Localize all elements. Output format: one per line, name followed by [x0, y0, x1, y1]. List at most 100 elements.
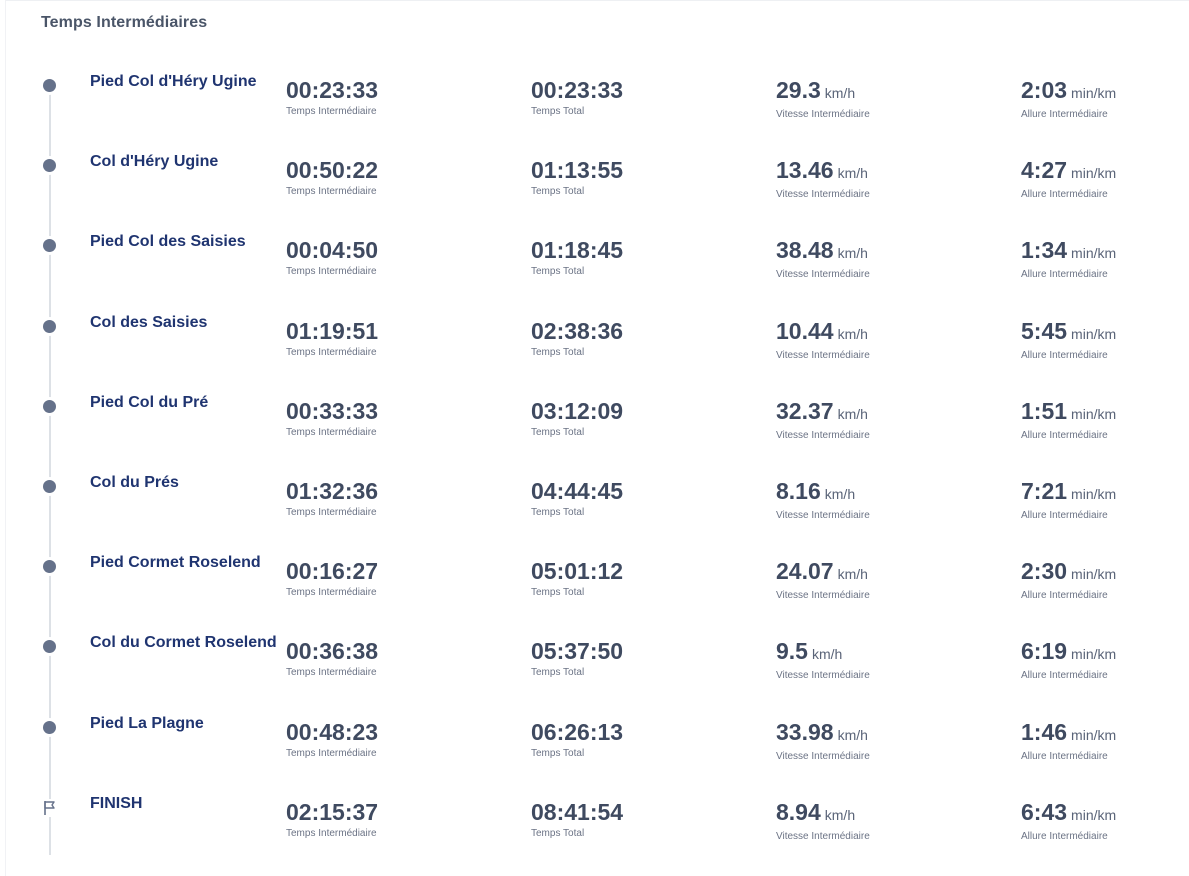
total-time-value: 06:26:13 — [531, 719, 624, 745]
pace-stat: 6:19 min/km Allure Intermédiaire — [1021, 638, 1189, 681]
total-time-stat: 01:18:45 Temps Total — [531, 237, 771, 277]
pace-value: 2:30 — [1021, 558, 1068, 584]
pace-stat: 2:03 min/km Allure Intermédiaire — [1021, 77, 1189, 120]
pace-stat: 1:34 min/km Allure Intermédiaire — [1021, 237, 1189, 280]
speed-value: 24.07 — [776, 558, 834, 584]
total-time-value: 01:13:55 — [531, 157, 624, 183]
speed-stat: 32.37 km/h Vitesse Intermédiaire — [776, 398, 1016, 441]
speed-label: Vitesse Intermédiaire — [776, 109, 870, 120]
speed-unit: km/h — [811, 646, 843, 662]
speed-value: 38.48 — [776, 237, 834, 263]
pace-label: Allure Intermédiaire — [1021, 189, 1108, 200]
pace-stat: 4:27 min/km Allure Intermédiaire — [1021, 157, 1189, 200]
total-time-label: Temps Total — [531, 828, 585, 839]
split-time-value: 00:16:27 — [286, 558, 379, 584]
split-time-label: Temps Intermédiaire — [286, 667, 377, 678]
speed-stat: 38.48 km/h Vitesse Intermédiaire — [776, 237, 1016, 280]
pace-label: Allure Intermédiaire — [1021, 109, 1108, 120]
speed-label: Vitesse Intermédiaire — [776, 269, 870, 280]
pace-stat: 1:51 min/km Allure Intermédiaire — [1021, 398, 1189, 441]
checkpoint-name: Pied Cormet Roselend — [90, 554, 261, 571]
total-time-label: Temps Total — [531, 266, 585, 277]
checkpoint-name: Col du Cormet Roselend — [90, 634, 277, 651]
total-time-label: Temps Total — [531, 186, 585, 197]
speed-value: 13.46 — [776, 157, 834, 183]
split-row: Pied Col des Saisies 00:04:50 Temps Inte… — [6, 233, 1189, 313]
split-time-stat: 02:15:37 Temps Intermédiaire — [286, 799, 526, 839]
total-time-value: 05:01:12 — [531, 558, 624, 584]
checkpoint-name: Pied Col d'Héry Ugine — [90, 73, 257, 90]
split-time-label: Temps Intermédiaire — [286, 347, 377, 358]
pace-label: Allure Intermédiaire — [1021, 350, 1108, 361]
speed-value: 8.94 — [776, 799, 821, 825]
split-time-label: Temps Intermédiaire — [286, 266, 377, 277]
pace-value: 6:43 — [1021, 799, 1068, 825]
split-time-stat: 00:50:22 Temps Intermédiaire — [286, 157, 526, 197]
speed-unit: km/h — [824, 807, 856, 823]
pace-value: 4:27 — [1021, 157, 1068, 183]
speed-unit: km/h — [824, 486, 856, 502]
split-time-stat: 00:23:33 Temps Intermédiaire — [286, 77, 526, 117]
total-time-stat: 05:37:50 Temps Total — [531, 638, 771, 678]
pace-unit: min/km — [1071, 807, 1117, 823]
speed-unit: km/h — [837, 326, 868, 342]
pace-unit: min/km — [1071, 245, 1117, 261]
total-time-label: Temps Total — [531, 106, 585, 117]
pace-value: 5:45 — [1021, 318, 1068, 344]
speed-stat: 10.44 km/h Vitesse Intermédiaire — [776, 318, 1016, 361]
split-time-label: Temps Intermédiaire — [286, 186, 377, 197]
split-time-stat: 01:32:36 Temps Intermédiaire — [286, 478, 526, 518]
split-time-value: 00:48:23 — [286, 719, 379, 745]
speed-stat: 9.5 km/h Vitesse Intermédiaire — [776, 638, 1016, 681]
pace-value: 1:34 — [1021, 237, 1068, 263]
speed-unit: km/h — [837, 727, 868, 743]
split-time-value: 01:32:36 — [286, 478, 379, 504]
total-time-stat: 02:38:36 Temps Total — [531, 318, 771, 358]
total-time-label: Temps Total — [531, 507, 585, 518]
speed-unit: km/h — [837, 245, 868, 261]
split-row: Col du Prés 01:32:36 Temps Intermédiaire… — [6, 474, 1189, 554]
split-row: Col des Saisies 01:19:51 Temps Intermédi… — [6, 314, 1189, 394]
split-time-label: Temps Intermédiaire — [286, 828, 377, 839]
pace-label: Allure Intermédiaire — [1021, 269, 1108, 280]
total-time-value: 02:38:36 — [531, 318, 624, 344]
checkpoint-name: Col d'Héry Ugine — [90, 153, 219, 170]
section-title: Temps Intermédiaires — [41, 14, 208, 31]
pace-label: Allure Intermédiaire — [1021, 831, 1108, 842]
pace-stat: 2:30 min/km Allure Intermédiaire — [1021, 558, 1189, 601]
checkpoint-dot-icon — [43, 400, 56, 413]
pace-label: Allure Intermédiaire — [1021, 670, 1108, 681]
checkpoint-dot-icon — [43, 560, 56, 573]
split-time-value: 00:23:33 — [286, 77, 379, 103]
checkpoint-name: Pied Col des Saisies — [90, 233, 246, 250]
pace-unit: min/km — [1071, 326, 1117, 342]
total-time-stat: 04:44:45 Temps Total — [531, 478, 771, 518]
checkpoint-name: FINISH — [90, 795, 143, 812]
pace-value: 1:51 — [1021, 398, 1068, 424]
speed-label: Vitesse Intermédiaire — [776, 430, 870, 441]
pace-unit: min/km — [1071, 85, 1117, 101]
split-row: Col d'Héry Ugine 00:50:22 Temps Interméd… — [6, 153, 1189, 233]
finish-flag-icon — [42, 799, 58, 817]
checkpoint-dot-icon — [43, 239, 56, 252]
checkpoint-name: Col du Prés — [90, 474, 179, 491]
speed-value: 32.37 — [776, 398, 834, 424]
split-row: Pied Col d'Héry Ugine 00:23:33 Temps Int… — [6, 73, 1189, 153]
split-time-stat: 00:48:23 Temps Intermédiaire — [286, 719, 526, 759]
speed-label: Vitesse Intermédiaire — [776, 590, 870, 601]
speed-value: 9.5 — [776, 638, 808, 664]
total-time-label: Temps Total — [531, 748, 585, 759]
pace-stat: 5:45 min/km Allure Intermédiaire — [1021, 318, 1189, 361]
checkpoint-name: Col des Saisies — [90, 314, 208, 331]
pace-label: Allure Intermédiaire — [1021, 751, 1108, 762]
speed-stat: 24.07 km/h Vitesse Intermédiaire — [776, 558, 1016, 601]
split-time-label: Temps Intermédiaire — [286, 748, 377, 759]
total-time-value: 00:23:33 — [531, 77, 624, 103]
pace-unit: min/km — [1071, 406, 1117, 422]
pace-stat: 6:43 min/km Allure Intermédiaire — [1021, 799, 1189, 842]
pace-unit: min/km — [1071, 486, 1117, 502]
checkpoint-dot-icon — [43, 320, 56, 333]
checkpoint-dot-icon — [43, 79, 56, 92]
speed-label: Vitesse Intermédiaire — [776, 670, 870, 681]
total-time-stat: 01:13:55 Temps Total — [531, 157, 771, 197]
